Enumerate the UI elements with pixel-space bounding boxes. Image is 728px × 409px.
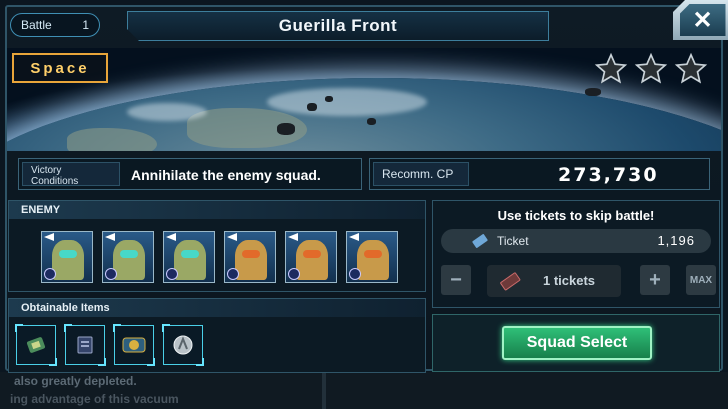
visor-icon <box>303 250 321 258</box>
unit-rank-icon <box>288 268 300 280</box>
item-slot[interactable] <box>113 324 155 366</box>
orange-mobile-suit-portrait <box>357 240 389 280</box>
enemy-unit-card[interactable] <box>224 231 276 283</box>
unit-rank-icon <box>44 268 56 280</box>
unit-rank-icon <box>166 268 178 280</box>
space-ship <box>585 88 601 96</box>
unit-type-icon <box>166 233 176 241</box>
unit-type-icon <box>105 233 115 241</box>
star-icon <box>674 52 708 84</box>
ticket-quantity-text: 1 tickets <box>543 273 596 288</box>
data-card-icon <box>77 336 93 354</box>
victory-label-line1: Victory <box>31 165 62 176</box>
item-list <box>15 324 204 366</box>
space-debris <box>367 118 376 125</box>
decrease-tickets-button[interactable]: − <box>441 265 471 295</box>
green-mobile-suit-portrait <box>174 240 206 280</box>
enemy-unit-card[interactable] <box>41 231 93 283</box>
ticket-stack-icon <box>500 272 521 291</box>
space-debris <box>277 123 295 135</box>
stage-title: Guerilla Front <box>127 11 549 41</box>
recommended-cp-label: Recomm. CP <box>373 162 469 186</box>
story-line-2: ing advantage of this vacuum <box>10 392 179 406</box>
star-icon <box>634 52 668 84</box>
visor-icon <box>120 250 138 258</box>
enemy-unit-card[interactable] <box>346 231 398 283</box>
increase-tickets-button[interactable]: + <box>640 265 670 295</box>
space-debris <box>325 96 333 102</box>
orange-mobile-suit-portrait <box>235 240 267 280</box>
victory-conditions-row: Victory Conditions Annihilate the enemy … <box>18 158 362 190</box>
squad-select-button[interactable]: Squad Select <box>502 326 652 360</box>
visor-icon <box>181 250 199 258</box>
unit-rank-icon <box>349 268 361 280</box>
ticket-quantity-display: 1 tickets <box>487 265 621 297</box>
battle-number-pill: Battle 1 <box>10 13 100 37</box>
unit-type-icon <box>349 233 359 241</box>
items-section-title: Obtainable Items <box>9 299 425 317</box>
enemy-unit-card[interactable] <box>163 231 215 283</box>
enemy-section-title: ENEMY <box>9 201 425 219</box>
background-frame-divider <box>322 372 326 409</box>
unit-type-icon <box>44 233 54 241</box>
location-tag: Space <box>12 53 108 83</box>
max-tickets-button[interactable]: MAX <box>686 265 716 295</box>
earth-cloud <box>127 103 207 121</box>
unit-type-icon <box>227 233 237 241</box>
battle-label: Battle <box>21 18 52 32</box>
victory-conditions-value: Annihilate the enemy squad. <box>131 167 321 183</box>
ticket-owned-count: 1,196 <box>657 233 695 248</box>
recommended-cp-value: 273,730 <box>558 164 659 186</box>
unit-rank-icon <box>105 268 117 280</box>
silver-medal-icon <box>173 335 193 355</box>
item-slot[interactable] <box>15 324 57 366</box>
enemy-unit-card[interactable] <box>102 231 154 283</box>
skip-ticket-title: Use tickets to skip battle! <box>497 208 655 223</box>
enemy-section: ENEMY <box>8 200 426 292</box>
battle-number: 1 <box>82 18 89 32</box>
circuit-chip-icon <box>26 337 46 353</box>
visor-icon <box>364 250 382 258</box>
star-icon <box>594 52 628 84</box>
ticket-count-row: Ticket 1,196 <box>441 229 711 253</box>
recommended-cp-row: Recomm. CP 273,730 <box>369 158 710 190</box>
victory-conditions-label: Victory Conditions <box>22 162 120 187</box>
green-mobile-suit-portrait <box>52 240 84 280</box>
star-rating <box>594 52 708 86</box>
enemy-unit-card[interactable] <box>285 231 337 283</box>
story-line-1: also greatly depleted. <box>14 374 137 388</box>
visor-icon <box>242 250 260 258</box>
enemy-list <box>41 231 398 283</box>
ticket-label: Ticket <box>497 234 529 248</box>
item-slot[interactable] <box>64 324 106 366</box>
close-x-icon: ✕ <box>679 4 726 36</box>
background-story-text: also greatly depleted. ing advantage of … <box>0 372 728 409</box>
close-button[interactable]: ✕ <box>673 0 728 40</box>
unit-rank-icon <box>227 268 239 280</box>
space-debris <box>307 103 317 111</box>
item-slot[interactable] <box>162 324 204 366</box>
victory-label-line2: Conditions <box>31 176 79 187</box>
ticket-badge-icon <box>122 337 146 353</box>
visor-icon <box>59 250 77 258</box>
ticket-icon <box>472 234 488 248</box>
earth-cloud <box>267 88 427 116</box>
green-mobile-suit-portrait <box>113 240 145 280</box>
unit-type-icon <box>288 233 298 241</box>
orange-mobile-suit-portrait <box>296 240 328 280</box>
obtainable-items-section: Obtainable Items <box>8 298 426 373</box>
